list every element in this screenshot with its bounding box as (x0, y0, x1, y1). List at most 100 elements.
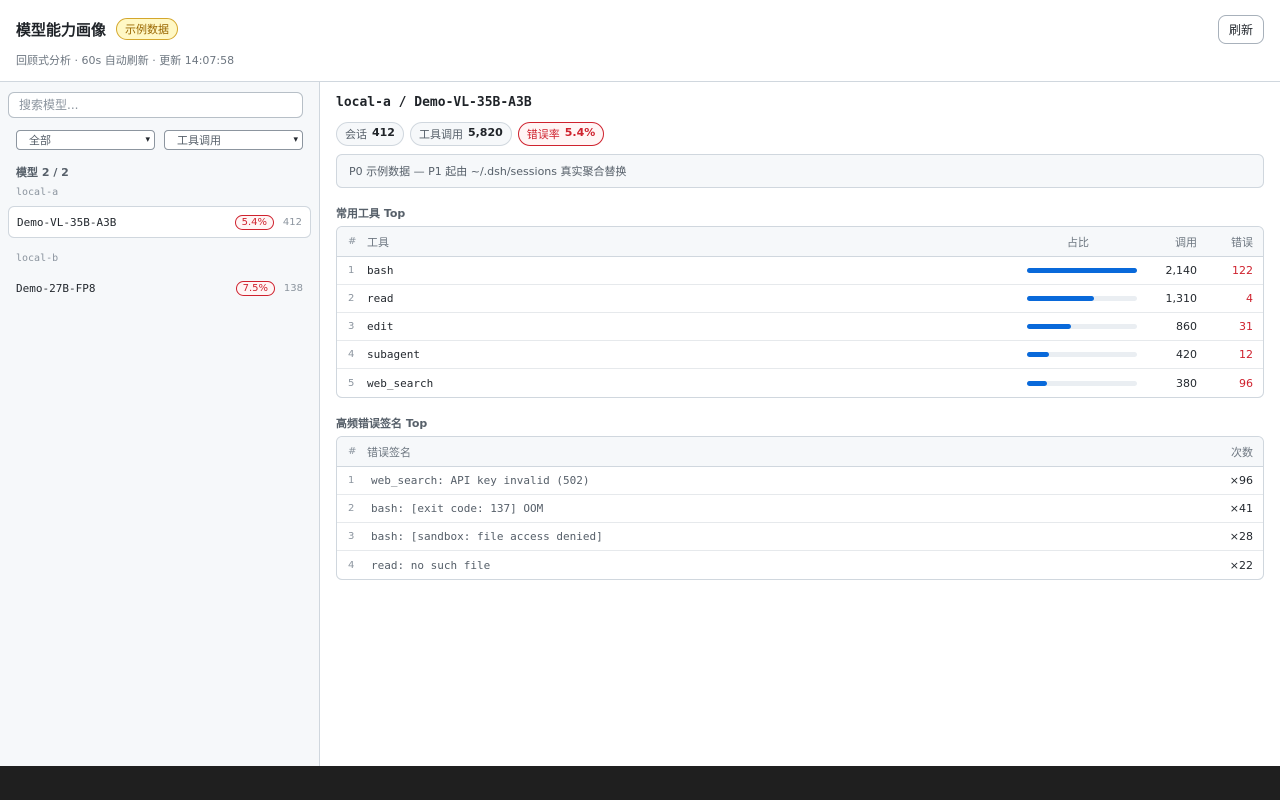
column-header-share: 占比 (1067, 235, 1089, 249)
models-count: 模型 2 / 2 (16, 166, 69, 179)
errors-section-title: 高频错误签名 Top (336, 417, 428, 430)
row-index: 3 (348, 531, 355, 542)
errors-table-body: 1 web_search: API key invalid (502) ×96 2 ba… (337, 467, 1263, 579)
error-signature: bash: [sandbox: file access denied] (371, 530, 603, 543)
tool-name: web_search (367, 376, 434, 390)
tool-calls-label: 工具调用 (418, 128, 463, 141)
share-cell (1027, 313, 1137, 340)
errors-count: 12 (1239, 348, 1253, 361)
model-item[interactable]: Demo-VL-35B-A3B 5.4% 412 (8, 206, 311, 238)
table-header: # 工具 占比 调用 错误 (337, 227, 1263, 257)
share-bar-fill (1027, 324, 1072, 329)
row-index: 5 (348, 377, 355, 389)
occurrence-count: ×28 (1229, 530, 1253, 543)
group-label: local-b (16, 253, 59, 264)
scope-filter-value: 全部 (29, 134, 51, 147)
error-rate-stat: 错误率 5.4% (517, 122, 605, 146)
row-index: 4 (348, 349, 355, 360)
tool-name: read (367, 292, 394, 305)
column-header-calls: 调用 (1175, 235, 1197, 249)
error-rate-badge: 7.5% (235, 280, 275, 296)
chevron-down-icon: ▾ (145, 135, 150, 145)
notice-banner: P0 示例数据 — P1 起由 ~/.dsh/sessions 真实聚合替换 (336, 154, 1264, 188)
row-index: 2 (348, 293, 355, 304)
table-row: 4 subagent 420 12 (337, 341, 1263, 369)
table-row: 1 bash 2,140 122 (337, 257, 1263, 285)
column-header-times: 次数 (1231, 445, 1253, 459)
error-signatures-table: # 错误签名 次数 1 web_search: API key invalid (… (336, 436, 1264, 580)
demo-data-badge: 示例数据 (116, 18, 179, 40)
type-filter-value: 工具调用 (177, 134, 221, 147)
error-signature: read: no such file (371, 558, 491, 572)
scope-filter-select[interactable]: 全部 ▾ (16, 130, 155, 150)
calls-count: 1,310 (1165, 292, 1198, 305)
title-row: 模型能力画像 示例数据 (16, 18, 179, 40)
search-input[interactable] (8, 92, 303, 118)
tools-table: # 工具 占比 调用 错误 1 bash 2,140 122 2 read 1,310 4 3 e… (336, 226, 1264, 398)
share-cell (1027, 285, 1137, 312)
tools-section-title: 常用工具 Top (336, 207, 406, 220)
error-rate-badge: 5.4% (234, 214, 274, 230)
row-index: 1 (348, 265, 355, 276)
calls-count: 420 (1176, 348, 1197, 361)
column-header-errors: 错误 (1231, 235, 1253, 249)
chevron-down-icon: ▾ (293, 135, 298, 145)
bottom-bar (0, 766, 1280, 800)
occurrence-count: ×41 (1229, 502, 1253, 515)
model-item[interactable]: Demo-27B-FP8 7.5% 138 (8, 272, 311, 304)
column-header-tool: 工具 (367, 235, 389, 249)
type-filter-select[interactable]: 工具调用 ▾ (164, 130, 303, 150)
errors-count: 122 (1232, 264, 1253, 277)
column-header-index: # (348, 236, 357, 247)
share-cell (1027, 257, 1137, 284)
tool-name: subagent (367, 348, 420, 361)
session-count: 412 (282, 216, 302, 228)
table-row: 2 read 1,310 4 (337, 285, 1263, 313)
main-panel: local-a / Demo-VL-35B-A3B 会话 412 工具调用 5,… (320, 82, 1280, 766)
sidebar: 全部 ▾ 工具调用 ▾ 模型 2 / 2 local-a Demo-VL-35B… (0, 82, 320, 766)
row-index: 1 (348, 475, 355, 486)
share-bar (1027, 380, 1137, 386)
occurrence-count: ×22 (1229, 558, 1253, 572)
row-index: 4 (348, 559, 355, 571)
error-rate-label: 错误率 (526, 128, 560, 141)
table-row: 4 read: no such file ×22 (337, 551, 1263, 579)
share-cell (1027, 341, 1137, 368)
tool-name: edit (367, 320, 394, 333)
refresh-button[interactable]: 刷新 (1217, 15, 1264, 44)
page-subtitle: 回顾式分析 · 60s 自动刷新 · 更新 14:07:58 (16, 54, 235, 67)
table-row: 3 bash: [sandbox: file access denied] ×28 (337, 523, 1263, 551)
tool-name: bash (367, 264, 394, 277)
tools-table-body: 1 bash 2,140 122 2 read 1,310 4 3 edit 860 31 4 subag… (337, 257, 1263, 397)
calls-count: 380 (1176, 376, 1197, 390)
share-bar-fill (1027, 268, 1137, 273)
table-row: 5 web_search 380 96 (337, 369, 1263, 397)
page-title: 模型能力画像 (16, 20, 107, 39)
error-signature: web_search: API key invalid (502) (371, 474, 590, 487)
calls-count: 860 (1176, 320, 1197, 333)
column-header-index: # (348, 446, 357, 457)
table-row: 1 web_search: API key invalid (502) ×96 (337, 467, 1263, 495)
tool-calls-value: 5,820 (467, 126, 503, 139)
column-header-signature: 错误签名 (367, 445, 411, 459)
share-bar (1027, 324, 1137, 329)
table-row: 3 edit 860 31 (337, 313, 1263, 341)
error-rate-value: 5.4% (564, 126, 596, 139)
share-cell (1027, 369, 1137, 397)
errors-count: 4 (1246, 292, 1253, 305)
share-bar (1027, 296, 1137, 301)
occurrence-count: ×96 (1229, 474, 1253, 487)
errors-count: 96 (1239, 376, 1253, 390)
error-signature: bash: [exit code: 137] OOM (371, 502, 544, 515)
calls-count: 2,140 (1165, 264, 1198, 277)
sessions-value: 412 (372, 126, 395, 139)
share-bar-fill (1027, 380, 1047, 386)
share-bar-fill (1027, 352, 1049, 357)
model-name: Demo-VL-35B-A3B (17, 215, 117, 229)
row-index: 3 (348, 321, 355, 332)
session-count: 138 (283, 282, 303, 294)
model-title: local-a / Demo-VL-35B-A3B (336, 95, 532, 110)
table-row: 2 bash: [exit code: 137] OOM ×41 (337, 495, 1263, 523)
errors-count: 31 (1239, 320, 1253, 333)
group-label: local-a (16, 187, 59, 198)
